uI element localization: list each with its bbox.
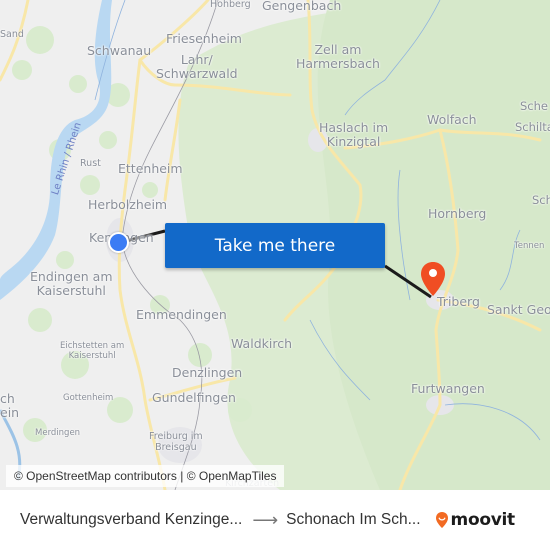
place-label: Haslach im Kinzigtal bbox=[319, 120, 389, 149]
place-label: Hornberg bbox=[428, 206, 487, 221]
map-attribution[interactable]: © OpenStreetMap contributors | © OpenMap… bbox=[6, 465, 285, 487]
place-label: Triberg bbox=[437, 294, 480, 309]
place-label: Sche bbox=[520, 99, 548, 113]
place-label: Denzlingen bbox=[172, 365, 243, 380]
place-label: Eichstetten am Kaiserstuhl bbox=[60, 341, 125, 361]
place-label: Rust bbox=[80, 158, 101, 169]
place-label: Freiburg im Breisgau bbox=[149, 431, 203, 453]
place-label: Ettenheim bbox=[118, 161, 183, 176]
route-footer: Verwaltungsverband Kenzinge... ⟶ Schonac… bbox=[0, 490, 550, 550]
place-label: Sand bbox=[0, 29, 24, 40]
place-label: Tennen bbox=[514, 241, 545, 251]
origin-name: Verwaltungsverband Kenzinge... bbox=[20, 511, 243, 528]
place-label: Wolfach bbox=[427, 112, 477, 127]
destination-pin-icon[interactable] bbox=[420, 261, 446, 297]
place-label: Herbolzheim bbox=[88, 197, 168, 212]
place-label: Endingen am Kaiserstuhl bbox=[30, 269, 113, 298]
place-label: Sankt Geo bbox=[487, 302, 550, 317]
place-label: Furtwangen bbox=[411, 381, 485, 396]
moovit-pin-icon bbox=[435, 512, 448, 528]
destination-name: Schonach Im Sch... bbox=[286, 511, 421, 528]
place-label: Sch bbox=[532, 193, 550, 207]
place-label: ch ein bbox=[0, 391, 20, 420]
arrow-right-icon: ⟶ bbox=[252, 509, 279, 530]
place-label: Emmendingen bbox=[136, 307, 227, 322]
moovit-logo[interactable]: moovit bbox=[435, 510, 515, 530]
place-label: Gottenheim bbox=[63, 393, 114, 403]
place-label: Gengenbach bbox=[262, 0, 342, 13]
place-label: Schwanau bbox=[87, 43, 152, 58]
place-label: Gundelfingen bbox=[152, 390, 236, 405]
origin-marker[interactable] bbox=[108, 232, 129, 253]
place-label: Hohberg bbox=[210, 0, 251, 10]
place-label: Friesenheim bbox=[166, 31, 242, 46]
place-label: Waldkirch bbox=[231, 336, 292, 351]
place-label: Merdingen bbox=[35, 428, 81, 438]
place-label: Schilta bbox=[515, 120, 550, 134]
place-label: Lahr/ Schwarzwald bbox=[156, 52, 238, 81]
map-view[interactable]: Hohberg Gengenbach Sand Schwanau Friesen… bbox=[0, 0, 550, 490]
take-me-there-button[interactable]: Take me there bbox=[165, 223, 385, 268]
place-label: Zell am Harmersbach bbox=[296, 42, 380, 71]
moovit-wordmark: moovit bbox=[450, 510, 516, 530]
